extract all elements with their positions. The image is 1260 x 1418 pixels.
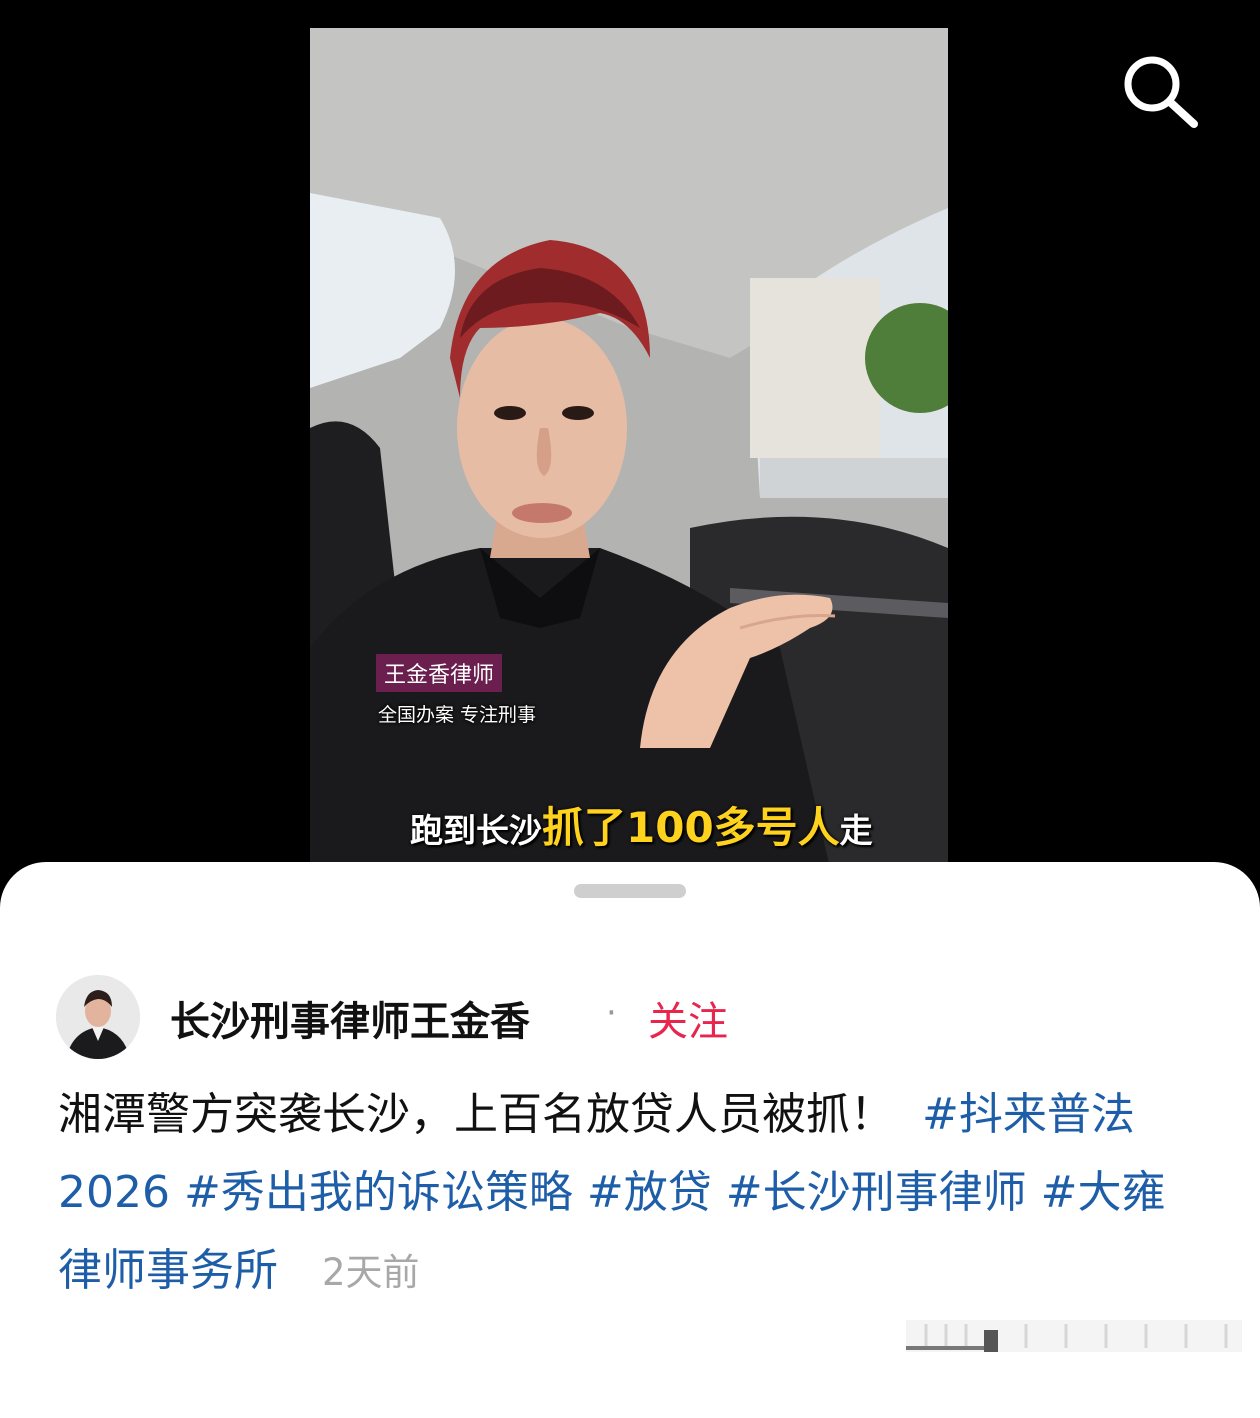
post-text: 湘潭警方突袭长沙，上百名放贷人员被抓！ xyxy=(58,1089,894,1140)
video-caption-pre: 跑到长沙 xyxy=(410,811,542,850)
hashtag-link[interactable]: #放贷 xyxy=(587,1167,712,1218)
separator-dot: · xyxy=(606,993,617,1033)
search-icon[interactable] xyxy=(1120,52,1202,130)
video-caption: 跑到长沙抓了100多号人走 xyxy=(410,794,873,855)
video-caption-highlight: 抓了100多号人 xyxy=(542,803,840,852)
post-content: 湘潭警方突袭长沙，上百名放贷人员被抓！ #抖来普法2026 #秀出我的诉讼策略 … xyxy=(58,1076,1208,1312)
video-name-subtitle: 全国办案 专注刑事 xyxy=(378,704,537,726)
sheet-drag-handle[interactable] xyxy=(574,884,686,898)
video-frame-illustration xyxy=(310,28,948,868)
watermark-strip xyxy=(906,1320,1242,1352)
screen: 王金香律师 全国办案 专注刑事 跑到长沙抓了100多号人走 长沙刑事律师王金香 … xyxy=(0,0,1260,1418)
author-name[interactable]: 长沙刑事律师王金香 xyxy=(170,989,530,1047)
hashtag-link[interactable]: #秀出我的诉讼策略 xyxy=(184,1167,573,1218)
avatar[interactable] xyxy=(56,975,140,1059)
post-timestamp: 2天前 xyxy=(322,1251,420,1294)
follow-button[interactable]: 关注 xyxy=(648,989,728,1047)
post-detail-sheet: 长沙刑事律师王金香 · 关注 湘潭警方突袭长沙，上百名放贷人员被抓！ #抖来普法… xyxy=(0,862,1260,1418)
video-player[interactable]: 王金香律师 全国办案 专注刑事 跑到长沙抓了100多号人走 xyxy=(310,28,948,868)
hashtag-link[interactable]: #长沙刑事律师 xyxy=(726,1167,1027,1218)
video-caption-post: 走 xyxy=(839,811,873,850)
video-name-tag: 王金香律师 xyxy=(376,654,503,692)
